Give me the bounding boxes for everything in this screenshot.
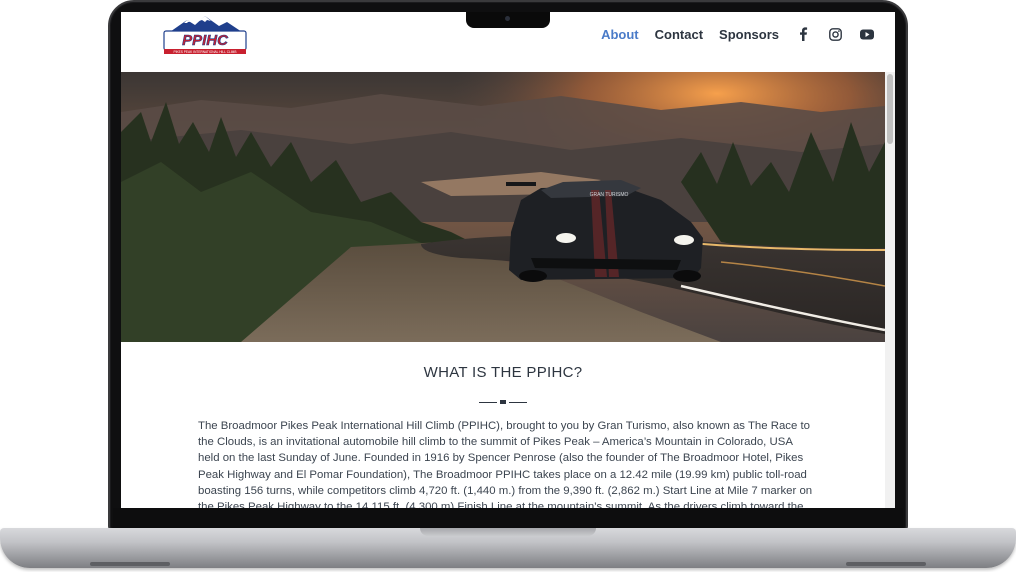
page-scrollbar[interactable] [885, 72, 895, 508]
svg-text:GRAN TURISMO: GRAN TURISMO [590, 192, 629, 198]
hero-image: GRAN TURISMO [121, 72, 885, 342]
svg-text:PPIHC: PPIHC [182, 32, 229, 49]
browser-viewport: PPIHC PIKES PEAK INTERNATIONAL HILL CLIM… [121, 12, 895, 508]
hero-photo: GRAN TURISMO [121, 72, 885, 342]
main-nav: About Contact Sponsors [601, 24, 875, 44]
svg-text:PIKES PEAK INTERNATIONAL HILL: PIKES PEAK INTERNATIONAL HILL CLIMB [174, 50, 237, 54]
about-section: WHAT IS THE PPIHC? The Broadmoor Pikes P… [121, 342, 885, 508]
nav-about[interactable]: About [601, 27, 639, 42]
camera-icon [505, 16, 510, 21]
camera-notch [466, 12, 550, 28]
nav-contact[interactable]: Contact [655, 27, 703, 42]
section-title: WHAT IS THE PPIHC? [423, 364, 583, 381]
nav-sponsors[interactable]: Sponsors [719, 27, 779, 42]
about-paragraph: The Broadmoor Pikes Peak International H… [198, 420, 813, 508]
ppihc-logo[interactable]: PPIHC PIKES PEAK INTERNATIONAL HILL CLIM… [161, 14, 249, 56]
facebook-icon[interactable] [795, 26, 811, 42]
laptop-foot-left [90, 562, 170, 566]
laptop-foot-right [846, 562, 926, 566]
title-divider [479, 400, 527, 404]
screen-bezel-bottom [113, 508, 903, 528]
mountain-logo-icon: PPIHC PIKES PEAK INTERNATIONAL HILL CLIM… [163, 16, 247, 54]
laptop-base [0, 528, 1016, 568]
youtube-icon[interactable] [859, 26, 875, 42]
lid-opening-groove [420, 528, 596, 536]
instagram-icon[interactable] [827, 26, 843, 42]
scrollbar-thumb[interactable] [887, 74, 893, 144]
